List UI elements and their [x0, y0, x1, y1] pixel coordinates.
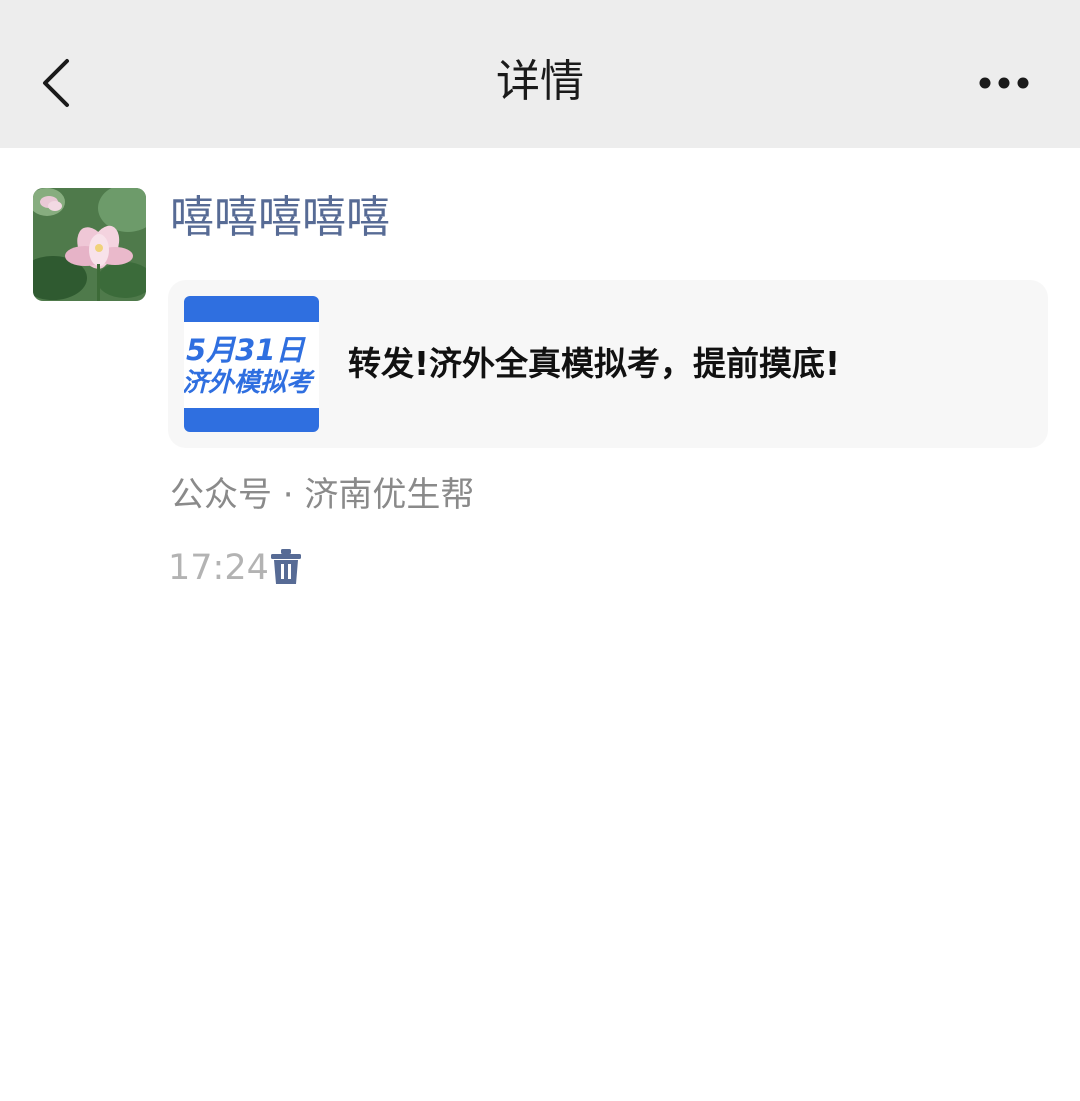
top-bar: 详情 [0, 0, 1080, 148]
chevron-left-icon [43, 59, 69, 107]
moment-detail-page: 详情 嘻嘻嘻嘻嘻 5月31日 济外模拟考 转发!济外全真模拟考，提前摸底! 公众… [0, 0, 1080, 1101]
article-thumbnail: 5月31日 济外模拟考 [184, 296, 319, 432]
delete-button[interactable] [266, 546, 306, 588]
page-title: 详情 [496, 56, 584, 107]
trash-icon [271, 549, 301, 584]
author-name[interactable]: 嘻嘻嘻嘻嘻 [170, 188, 390, 248]
thumb-date-text: 5月31日 [186, 333, 307, 367]
source-label[interactable]: 公众号 · 济南优生帮 [170, 470, 474, 520]
more-dots-icon [979, 77, 1029, 89]
avatar[interactable] [33, 188, 146, 301]
article-title: 转发!济外全真模拟考，提前摸底! [348, 344, 841, 383]
shared-article-card[interactable]: 5月31日 济外模拟考 转发!济外全真模拟考，提前摸底! [168, 280, 1048, 448]
more-button[interactable] [966, 58, 1042, 108]
back-button[interactable] [26, 48, 86, 118]
thumb-subtitle-text: 济外模拟考 [184, 368, 315, 398]
post-time: 17:24 [168, 548, 269, 588]
lotus-avatar [33, 188, 146, 301]
